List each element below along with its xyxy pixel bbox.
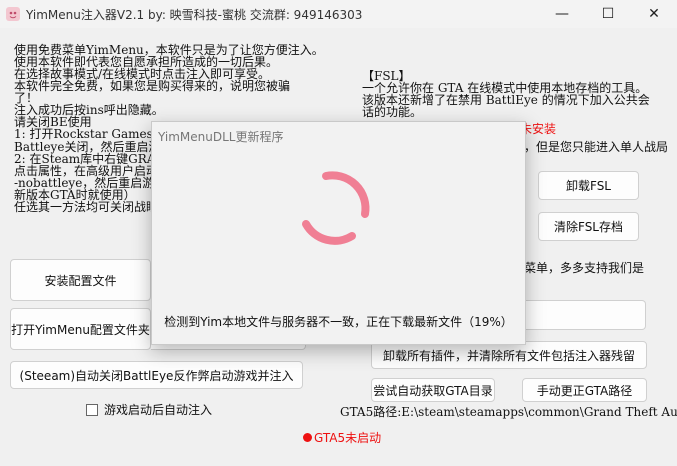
support-text: 菜单，多多支持我们是 xyxy=(524,261,645,275)
auto-get-gta-dir-button[interactable]: 尝试自动获取GTA目录 xyxy=(371,378,495,402)
info-line: 任选其一方法均可关闭战眼 xyxy=(14,200,159,214)
loading-spinner-icon xyxy=(302,171,370,245)
window-title: YimMenu注入器V2.1 by: 映雪科技-蜜桃 交流群: 94914630… xyxy=(26,8,363,22)
auto-close-battleye-button[interactable]: (Steeam)自动关闭BattlEye反作弊启动游戏并注入 xyxy=(10,361,303,389)
close-button[interactable]: ✕ xyxy=(631,0,677,28)
open-config-folder-button[interactable]: 打开YimMenu配置文件夹 xyxy=(10,308,151,350)
fsl-info-line: 话的功能。 xyxy=(362,105,423,119)
maximize-button[interactable]: ☐ xyxy=(585,0,631,28)
update-dialog: YimMenuDLL更新程序 检测到Yim本地文件与服务器不一致，正在下载最新文… xyxy=(151,121,526,345)
download-status-text: 检测到Yim本地文件与服务器不一致，正在下载最新文件（19%） xyxy=(164,315,513,329)
fsl-warning-text: ，但是您只能进入单人战局 xyxy=(524,140,669,154)
auto-inject-checkbox[interactable] xyxy=(86,404,98,416)
gta-status-text: GTA5未启动 xyxy=(314,431,382,445)
info-line: 1: 打开Rockstar Games客 xyxy=(14,127,165,141)
auto-inject-label: 游戏启动后自动注入 xyxy=(104,403,213,417)
manual-gta-path-button[interactable]: 手动更正GTA路径 xyxy=(522,378,647,402)
uninstall-fsl-button[interactable]: 卸载FSL xyxy=(538,171,639,200)
status-dot-icon xyxy=(303,433,312,442)
shop-button[interactable] xyxy=(524,300,646,330)
uninstall-all-button[interactable]: 卸载所有插件，并清除所有文件包括注入器残留 xyxy=(371,341,647,369)
title-bar: YimMenu注入器V2.1 by: 映雪科技-蜜桃 交流群: 94914630… xyxy=(0,0,677,28)
gta-path-text: GTA5路径:E:\steam\steamapps\common\Grand T… xyxy=(340,405,677,419)
app-logo-icon xyxy=(6,7,20,21)
minimize-button[interactable]: — xyxy=(539,0,585,28)
clear-fsl-save-button[interactable]: 清除FSL存档 xyxy=(538,212,639,241)
dialog-title: YimMenuDLL更新程序 xyxy=(158,130,284,144)
install-config-button[interactable]: 安装配置文件 xyxy=(10,259,151,301)
info-line: 本软件完全免费，如果您是购买得来的，说明您被骗 xyxy=(14,79,291,93)
